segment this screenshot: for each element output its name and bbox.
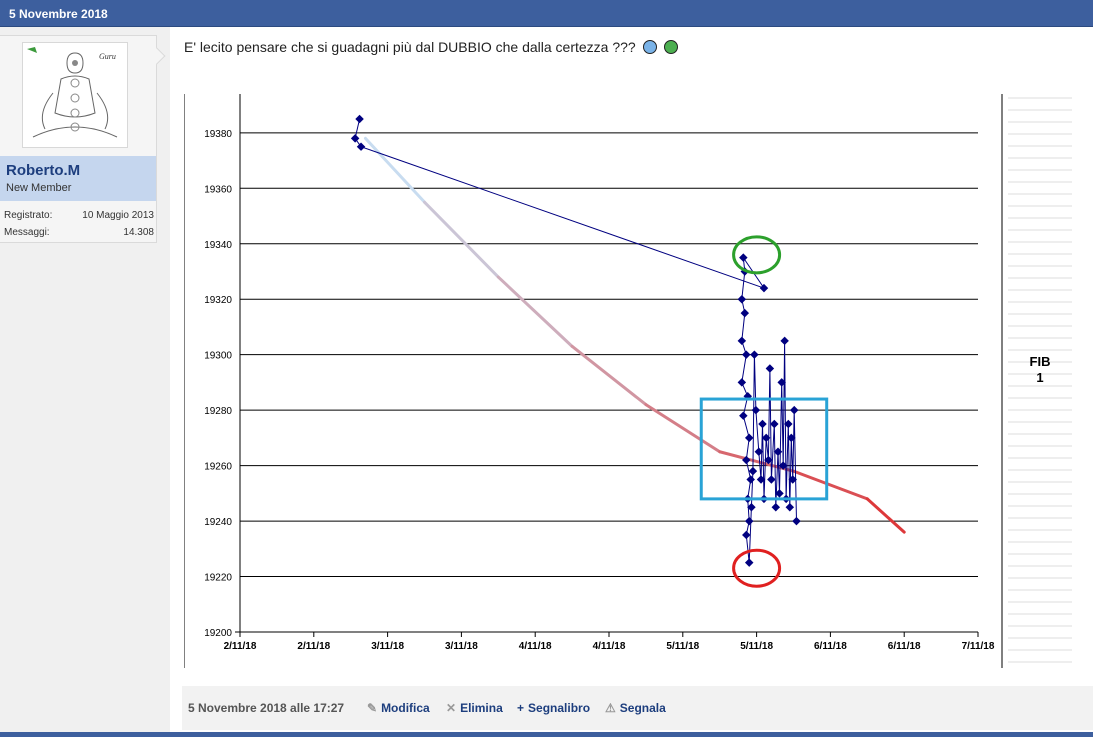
- user-info-block: Guru Roberto.M New Member Registrato: 10…: [0, 35, 166, 244]
- y-tick-label: 19260: [204, 462, 232, 473]
- report-label: Segnala: [619, 701, 666, 715]
- x-tick-label: 6/11/18: [888, 641, 921, 652]
- post-date: 5 Novembre 2018: [9, 7, 108, 21]
- y-tick-label: 19360: [204, 184, 232, 195]
- y-tick-label: 19320: [204, 295, 232, 306]
- y-tick-label: 19240: [204, 517, 232, 528]
- y-tick-label: 19340: [204, 240, 232, 251]
- laugh-smiley-icon: [642, 40, 657, 54]
- x-tick-label: 3/11/18: [445, 641, 478, 652]
- username-link[interactable]: Roberto.M: [6, 162, 150, 179]
- x-tick-label: 4/11/18: [519, 641, 552, 652]
- edit-label: Modifica: [381, 701, 430, 715]
- post-text: E' lecito pensare che si guadagni più da…: [184, 39, 678, 55]
- plus-icon: +: [517, 701, 525, 715]
- avatar-guru-text: Guru: [99, 52, 116, 61]
- bookmark-label: Segnalibro: [528, 701, 591, 715]
- chart-image: FIB 1 19200 19220 19240 19260 19280 19300 19320 1…: [184, 94, 1073, 668]
- stat-messages: Messaggi: 14.308: [4, 227, 154, 244]
- warning-icon: ⚠: [605, 701, 616, 715]
- y-tick-label: 19380: [204, 129, 232, 140]
- post-body: E' lecito pensare che si guadagni più da…: [170, 27, 1093, 737]
- chart-background: [184, 94, 1073, 668]
- side-panel-label: FIB: [1030, 354, 1051, 369]
- x-tick-label: 2/11/18: [224, 641, 257, 652]
- y-tick-label: 19220: [204, 573, 232, 584]
- wink-smiley-icon: [663, 40, 678, 54]
- y-tick-label: 19300: [204, 351, 232, 362]
- user-title: New Member: [6, 182, 72, 194]
- x-icon: ✕: [446, 701, 457, 715]
- pencil-icon: ✎: [367, 701, 378, 715]
- avatar[interactable]: Guru: [22, 42, 128, 148]
- messages-label: Messaggi:: [4, 227, 50, 238]
- post-message: E' lecito pensare che si guadagni più da…: [184, 39, 636, 55]
- x-tick-label: 7/11/18: [962, 641, 995, 652]
- x-tick-label: 4/11/18: [593, 641, 626, 652]
- registered-value: 10 Maggio 2013: [82, 210, 154, 221]
- x-tick-label: 2/11/18: [297, 641, 330, 652]
- user-sidebar: Guru Roberto.M New Member Registrato: 10…: [0, 27, 170, 737]
- chart-svg: FIB1 19200 19220 19240 19260 19280 19300 19320 1…: [184, 94, 1073, 668]
- report-button[interactable]: ⚠ Segnala: [605, 701, 666, 715]
- meditation-avatar-icon: Guru: [23, 43, 127, 147]
- y-tick-label: 19200: [204, 628, 232, 639]
- user-stats: Registrato: 10 Maggio 2013 Messaggi: 14.…: [4, 210, 154, 244]
- bookmark-button[interactable]: + Segnalibro: [517, 701, 590, 715]
- x-tick-label: 6/11/18: [814, 641, 847, 652]
- bottom-border: [0, 732, 1093, 737]
- stat-registered: Registrato: 10 Maggio 2013: [4, 210, 154, 227]
- edit-button[interactable]: ✎ Modifica: [367, 701, 430, 715]
- messages-value: 14.308: [123, 227, 154, 238]
- forum-page: 5 Novembre 2018 Guru Roberto.M New Membe…: [0, 0, 1093, 737]
- post-footer: 5 Novembre 2018 alle 17:27 ✎ Modifica ✕ El…: [182, 686, 1093, 730]
- speech-arrow: [148, 47, 166, 65]
- delete-label: Elimina: [460, 701, 503, 715]
- post-date-bar: 5 Novembre 2018: [0, 0, 1093, 27]
- x-tick-label: 5/11/18: [666, 641, 699, 652]
- y-tick-label: 19280: [204, 406, 232, 417]
- registered-label: Registrato:: [4, 210, 53, 221]
- footer-date: 5 Novembre 2018 alle 17:27: [188, 701, 345, 715]
- x-tick-label: 5/11/18: [740, 641, 773, 652]
- delete-button[interactable]: ✕ Elimina: [446, 701, 503, 715]
- side-panel-label: 1: [1036, 370, 1043, 385]
- x-tick-label: 3/11/18: [371, 641, 404, 652]
- username-box: Roberto.M New Member: [0, 156, 156, 201]
